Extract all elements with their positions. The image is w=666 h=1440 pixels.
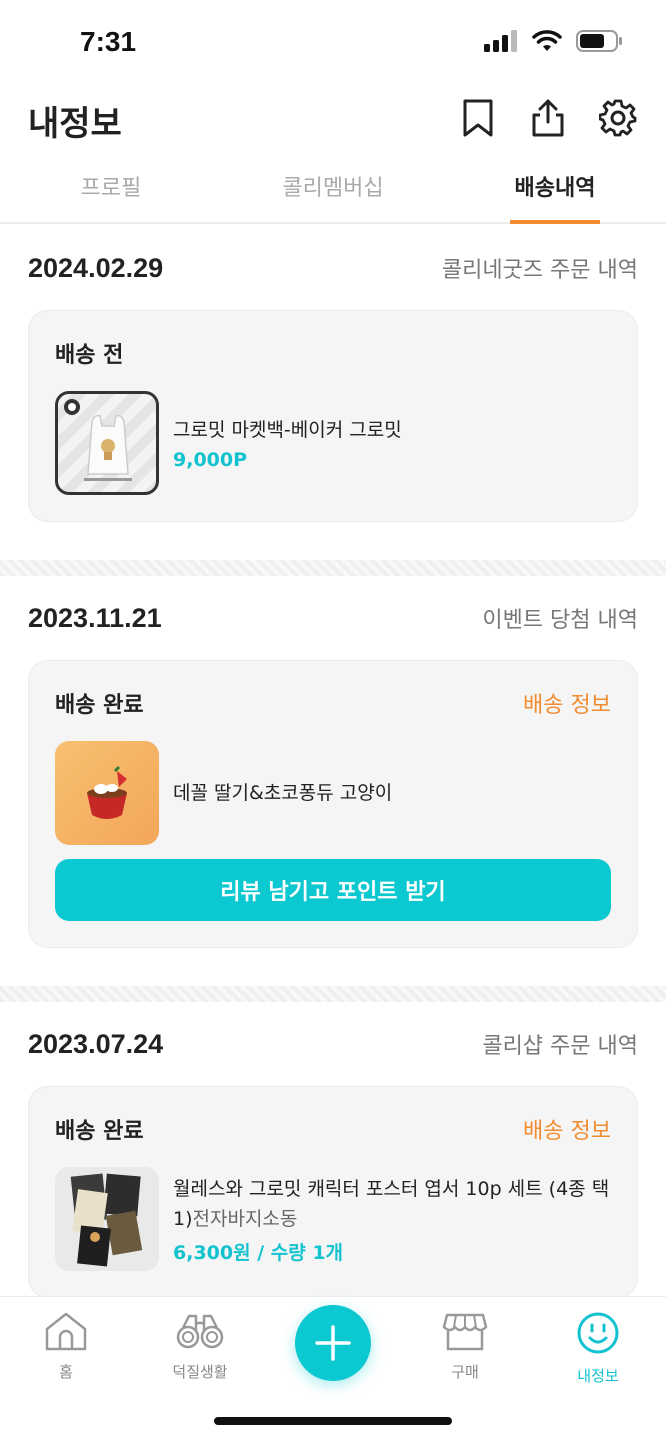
order-type: 콜리샵 주문 내역 xyxy=(482,1034,638,1059)
card-header: 배송 완료 배송 정보 xyxy=(55,687,611,719)
item-name: 월레스와 그로밋 캐릭터 포스터 엽서 10p 세트 (4종 택 1)전자바지소… xyxy=(173,1174,611,1234)
bottom-nav: 홈 덕질생활 구매 내정보 xyxy=(0,1296,666,1440)
item-info: 데꼴 딸기&초코퐁듀 고양이 xyxy=(173,778,611,808)
order-header: 2023.07.24 콜리샵 주문 내역 xyxy=(28,1002,638,1086)
battery-icon xyxy=(576,30,622,52)
binoculars-icon xyxy=(176,1314,224,1349)
order-item[interactable]: 그로밋 마켓백-베이커 그로밋 9,000P xyxy=(55,391,611,495)
bookmark-button[interactable] xyxy=(458,96,498,140)
header: 내정보 xyxy=(0,88,666,150)
home-icon xyxy=(45,1312,87,1351)
item-option: 전자바지소동 xyxy=(192,1207,298,1230)
section-divider xyxy=(0,560,666,576)
order-card[interactable]: 배송 완료 배송 정보 데꼴 딸기&초코퐁듀 고양이 리뷰 남기고 포인트 받기 xyxy=(28,660,638,948)
delivery-status: 배송 완료 xyxy=(55,1119,144,1144)
tab-delivery-history[interactable]: 배송내역 xyxy=(444,160,666,222)
create-post-button[interactable] xyxy=(295,1305,371,1381)
home-indicator xyxy=(214,1417,452,1425)
signal-icon xyxy=(484,30,517,52)
product-thumbnail xyxy=(55,741,159,845)
order-section: 2024.02.29 콜리네굿즈 주문 내역 배송 전 그로밋 마켓백-베이커 … xyxy=(0,226,666,522)
delivery-info-link[interactable]: 배송 정보 xyxy=(523,1113,611,1145)
shop-icon xyxy=(442,1313,488,1351)
order-card[interactable]: 배송 전 그로밋 마켓백-베이커 그로밋 9,000P xyxy=(28,310,638,522)
gear-icon xyxy=(599,99,637,137)
product-thumbnail xyxy=(55,391,159,495)
status-time: 7:31 xyxy=(80,26,137,57)
delivery-status: 배송 전 xyxy=(55,343,124,368)
plus-icon xyxy=(315,1325,351,1361)
card-header: 배송 전 xyxy=(55,337,611,369)
card-header: 배송 완료 배송 정보 xyxy=(55,1113,611,1145)
item-price: 6,300원 / 수량 1개 xyxy=(173,1241,344,1264)
item-price: 9,000P xyxy=(173,449,248,471)
postcard-set-image xyxy=(70,1173,143,1267)
item-info: 월레스와 그로밋 캐릭터 포스터 엽서 10p 세트 (4종 택 1)전자바지소… xyxy=(173,1174,611,1265)
status-icons xyxy=(484,30,622,52)
delivery-list[interactable]: 2024.02.29 콜리네굿즈 주문 내역 배송 전 그로밋 마켓백-베이커 … xyxy=(0,226,666,1296)
item-name: 데꼴 딸기&초코퐁듀 고양이 xyxy=(173,782,393,804)
order-item[interactable]: 월레스와 그로밋 캐릭터 포스터 엽서 10p 세트 (4종 택 1)전자바지소… xyxy=(55,1167,611,1271)
order-type: 콜리네굿즈 주문 내역 xyxy=(441,258,638,283)
item-name: 그로밋 마켓백-베이커 그로밋 xyxy=(173,419,402,441)
product-thumbnail xyxy=(55,1167,159,1271)
smile-icon xyxy=(577,1312,619,1354)
nav-fan-life[interactable]: 덕질생활 xyxy=(150,1311,250,1382)
nav-label: 홈 xyxy=(59,1363,73,1381)
nav-label: 내정보 xyxy=(577,1367,619,1385)
nav-label: 구매 xyxy=(451,1363,479,1381)
fondue-cup-image xyxy=(87,765,127,819)
nav-label: 덕질생활 xyxy=(172,1363,228,1381)
tab-bar: 프로필 콜리멤버십 배송내역 xyxy=(0,160,666,224)
status-bar: 7:31 xyxy=(0,0,666,88)
page-title: 내정보 xyxy=(28,104,122,144)
settings-button[interactable] xyxy=(598,96,638,140)
market-bag-image xyxy=(64,399,132,481)
share-button[interactable] xyxy=(528,96,568,140)
delivery-status: 배송 완료 xyxy=(55,693,144,718)
section-divider xyxy=(0,986,666,1002)
order-item[interactable]: 데꼴 딸기&초코퐁듀 고양이 xyxy=(55,741,611,845)
order-header: 2023.11.21 이벤트 당첨 내역 xyxy=(28,576,638,660)
order-card[interactable]: 배송 완료 배송 정보 월레스와 그로밋 캐릭터 포스터 엽서 10p 세트 (… xyxy=(28,1086,638,1296)
nav-my-info[interactable]: 내정보 xyxy=(548,1311,648,1386)
nav-home[interactable]: 홈 xyxy=(16,1311,116,1382)
wifi-icon xyxy=(532,30,562,51)
nav-shop[interactable]: 구매 xyxy=(415,1311,515,1382)
delivery-info-link[interactable]: 배송 정보 xyxy=(523,687,611,719)
order-section: 2023.07.24 콜리샵 주문 내역 배송 완료 배송 정보 월레스와 그로… xyxy=(0,1002,666,1296)
order-type: 이벤트 당첨 내역 xyxy=(482,608,638,633)
order-date: 2024.02.29 xyxy=(28,252,164,283)
order-date: 2023.11.21 xyxy=(28,602,162,633)
tab-profile[interactable]: 프로필 xyxy=(0,160,222,222)
order-date: 2023.07.24 xyxy=(28,1028,164,1059)
order-header: 2024.02.29 콜리네굿즈 주문 내역 xyxy=(28,226,638,310)
bookmark-icon xyxy=(463,99,493,137)
tab-membership[interactable]: 콜리멤버십 xyxy=(222,160,444,222)
item-info: 그로밋 마켓백-베이커 그로밋 9,000P xyxy=(173,415,611,471)
header-actions xyxy=(458,96,638,140)
order-section: 2023.11.21 이벤트 당첨 내역 배송 완료 배송 정보 데꼴 딸기&초… xyxy=(0,576,666,948)
write-review-button[interactable]: 리뷰 남기고 포인트 받기 xyxy=(55,859,611,921)
share-icon xyxy=(532,99,564,137)
